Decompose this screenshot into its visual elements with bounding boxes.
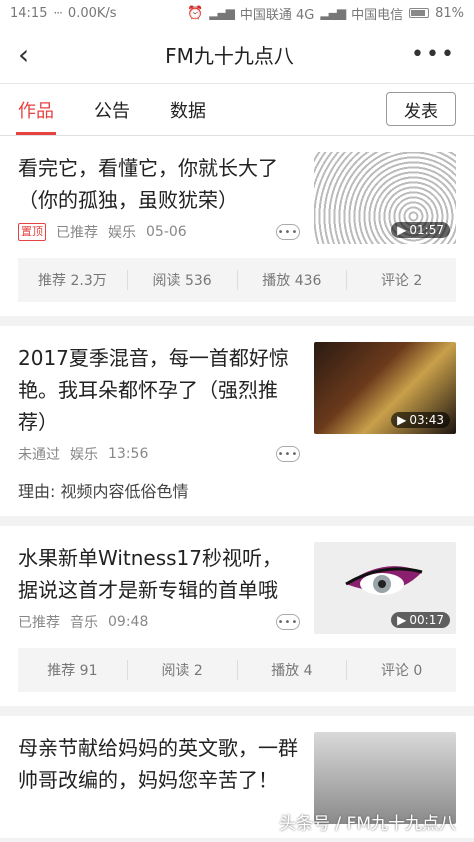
article-category: 音乐 bbox=[70, 615, 98, 631]
stat-recommend: 推荐 91 bbox=[18, 660, 128, 680]
article-title[interactable]: 看完它，看懂它，你就长大了（你的孤独，虽败犹荣） bbox=[18, 152, 300, 216]
back-icon[interactable]: ‹ bbox=[18, 38, 48, 71]
more-options-icon[interactable]: ••• bbox=[276, 224, 300, 240]
article-status: 未通过 bbox=[18, 447, 60, 463]
rejection-reason: 理由: 视频内容低俗色情 bbox=[18, 482, 189, 501]
duration-text: 01:57 bbox=[409, 223, 444, 237]
stats-bar: 推荐 2.3万 阅读 536 播放 436 评论 2 bbox=[18, 258, 456, 302]
duration-text: 03:43 bbox=[409, 413, 444, 427]
article-card[interactable]: 2017夏季混音，每一首都好惊艳。我耳朵都怀孕了（强烈推荐） 未通过 娱乐 13… bbox=[0, 326, 474, 516]
tab-bar: 作品 公告 数据 发表 bbox=[0, 84, 474, 136]
article-date: 05-06 bbox=[146, 224, 187, 240]
duration-badge: ▶ 00:17 bbox=[391, 612, 450, 628]
duration-text: 00:17 bbox=[409, 613, 444, 627]
duration-badge: ▶ 01:57 bbox=[391, 222, 450, 238]
alarm-icon: ⏰ bbox=[187, 5, 204, 21]
stat-recommend: 推荐 2.3万 bbox=[18, 270, 128, 290]
stat-reads: 阅读 2 bbox=[128, 660, 238, 680]
status-speed: 0.00K/s bbox=[67, 5, 117, 21]
article-title[interactable]: 母亲节献给妈妈的英文歌，一群帅哥改编的，妈妈您辛苦了！ bbox=[18, 732, 300, 796]
stat-plays: 播放 436 bbox=[238, 270, 348, 290]
play-icon: ▶ bbox=[397, 223, 407, 237]
article-card[interactable]: 水果新单Witness17秒视听，据说这首才是新专辑的首单哦 已推荐 音乐 09… bbox=[0, 526, 474, 706]
watermark: 头条号 / FM九十九点八 bbox=[279, 814, 456, 834]
stat-reads: 阅读 536 bbox=[128, 270, 238, 290]
stat-plays: 播放 4 bbox=[238, 660, 348, 680]
battery-level: 81% bbox=[435, 5, 464, 21]
stats-bar: 推荐 91 阅读 2 播放 4 评论 0 bbox=[18, 648, 456, 692]
article-title[interactable]: 2017夏季混音，每一首都好惊艳。我耳朵都怀孕了（强烈推荐） bbox=[18, 342, 300, 438]
play-icon: ▶ bbox=[397, 413, 407, 427]
article-status: 已推荐 bbox=[56, 225, 98, 241]
status-time: 14:15 bbox=[10, 5, 48, 21]
tab-data[interactable]: 数据 bbox=[170, 84, 206, 135]
more-options-icon[interactable]: ••• bbox=[276, 446, 300, 462]
more-options-icon[interactable]: ••• bbox=[276, 614, 300, 630]
eye-image bbox=[345, 566, 423, 595]
article-category: 娱乐 bbox=[70, 447, 98, 463]
video-thumbnail[interactable]: ▶ 01:57 bbox=[314, 152, 456, 244]
video-thumbnail[interactable]: ▶ 03:43 bbox=[314, 342, 456, 434]
page-title: FM九十九点八 bbox=[165, 44, 294, 68]
article-status: 已推荐 bbox=[18, 615, 60, 631]
play-icon: ▶ bbox=[397, 613, 407, 627]
more-icon[interactable]: ••• bbox=[411, 42, 456, 67]
publish-button[interactable]: 发表 bbox=[386, 92, 456, 126]
nav-bar: ‹ FM九十九点八 ••• bbox=[0, 26, 474, 84]
status-carrier-1: 中国联通 4G bbox=[239, 7, 315, 23]
stat-comments: 评论 0 bbox=[380, 663, 423, 679]
article-date: 13:56 bbox=[108, 446, 149, 462]
article-date: 09:48 bbox=[108, 614, 149, 630]
signal-dots-icon: ··· bbox=[53, 6, 63, 20]
video-thumbnail[interactable]: ▶ 00:17 bbox=[314, 542, 456, 634]
duration-badge: ▶ 03:43 bbox=[391, 412, 450, 428]
battery-icon bbox=[409, 8, 430, 18]
article-card[interactable]: 看完它，看懂它，你就长大了（你的孤独，虽败犹荣） 置顶 已推荐 娱乐 05-06… bbox=[0, 136, 474, 316]
status-carrier-2: 中国电信 bbox=[351, 7, 404, 23]
signal-icon-2: ▂▄▆ bbox=[320, 6, 346, 20]
tab-works[interactable]: 作品 bbox=[16, 84, 56, 135]
tab-announcements[interactable]: 公告 bbox=[94, 84, 130, 135]
article-category: 娱乐 bbox=[108, 225, 136, 241]
pinned-badge: 置顶 bbox=[18, 223, 46, 241]
status-bar: 14:15 ··· 0.00K/s ⏰ ▂▄▆ 中国联通 4G ▂▄▆ 中国电信… bbox=[0, 0, 474, 26]
article-title[interactable]: 水果新单Witness17秒视听，据说这首才是新专辑的首单哦 bbox=[18, 542, 300, 606]
stat-comments: 评论 2 bbox=[380, 273, 423, 289]
signal-icon: ▂▄▆ bbox=[209, 6, 235, 20]
